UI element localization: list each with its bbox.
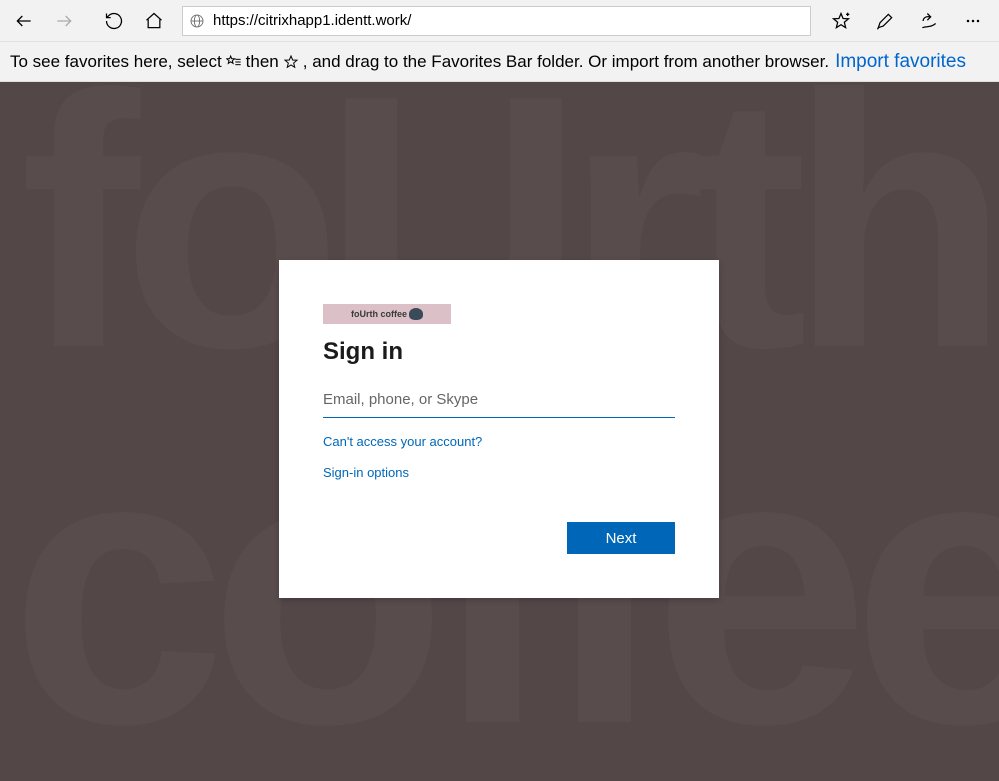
star-list-icon <box>226 54 242 70</box>
refresh-button[interactable] <box>94 1 134 41</box>
globe-icon <box>189 13 205 29</box>
reading-list-button[interactable] <box>863 1 907 41</box>
share-icon <box>919 11 939 31</box>
site-identity-icon[interactable] <box>189 13 213 29</box>
favorites-hint-text-2: then <box>246 52 279 72</box>
ellipsis-icon <box>963 11 983 31</box>
username-input[interactable] <box>323 382 675 418</box>
url-input[interactable] <box>213 12 804 29</box>
signin-card: foUrth coffee Sign in Can't access your … <box>279 260 719 598</box>
coffee-cup-icon <box>409 308 423 320</box>
arrow-right-icon <box>54 11 74 31</box>
favorites-hint-text-1: To see favorites here, select <box>10 52 222 72</box>
next-button[interactable]: Next <box>567 522 675 554</box>
favorites-bar: To see favorites here, select then , and… <box>0 42 999 82</box>
import-favorites-link[interactable]: Import favorites <box>835 51 966 73</box>
arrow-left-icon <box>14 11 34 31</box>
pen-icon <box>875 11 895 31</box>
address-bar[interactable] <box>182 6 811 36</box>
more-button[interactable] <box>951 1 995 41</box>
home-icon <box>144 11 164 31</box>
star-add-icon <box>831 11 851 31</box>
share-button[interactable] <box>907 1 951 41</box>
browser-toolbar <box>0 0 999 42</box>
forward-button[interactable] <box>44 1 84 41</box>
back-button[interactable] <box>4 1 44 41</box>
favorites-button[interactable] <box>819 1 863 41</box>
signin-options-link[interactable]: Sign-in options <box>323 465 675 480</box>
refresh-icon <box>104 11 124 31</box>
cant-access-account-link[interactable]: Can't access your account? <box>323 434 675 449</box>
favorites-hint-text-3: , and drag to the Favorites Bar folder. … <box>303 52 829 72</box>
brand-logo-text: foUrth coffee <box>351 309 407 319</box>
star-icon <box>283 54 299 70</box>
signin-title: Sign in <box>323 338 675 366</box>
home-button[interactable] <box>134 1 174 41</box>
page-content: foUrth coffee foUrth coffee Sign in Can'… <box>0 82 999 781</box>
brand-logo: foUrth coffee <box>323 304 451 324</box>
